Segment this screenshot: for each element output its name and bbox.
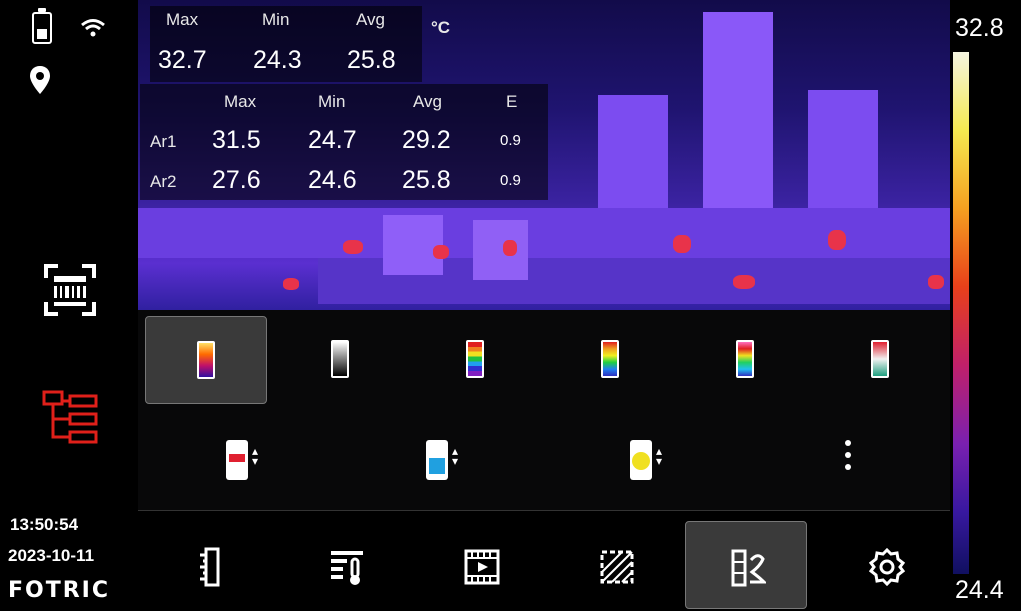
area-row-max: 31.5: [212, 126, 261, 154]
ruler-icon: [200, 547, 220, 587]
area-row-name: Ar2: [150, 172, 177, 191]
global-min-header: Min: [262, 10, 290, 29]
palette-settings-button[interactable]: [685, 521, 807, 609]
scale-min-value: 24.4: [955, 576, 1004, 604]
palette-rainbow-button[interactable]: [415, 316, 535, 402]
isotherm-above-button[interactable]: ▴ ▾: [220, 430, 280, 490]
area-row-min: 24.7: [308, 126, 357, 154]
media-player-button[interactable]: [420, 521, 540, 607]
iron-palette-icon: [197, 341, 215, 379]
brand-logo: FOTRIC: [8, 578, 111, 603]
palette-grayscale-button[interactable]: [280, 316, 400, 402]
barcode-scan-icon[interactable]: [42, 262, 98, 318]
area-row-avg: 25.8: [402, 166, 451, 194]
color-scale-bar: [953, 52, 969, 574]
area-row-avg: 29.2: [402, 126, 451, 154]
temperature-settings-button[interactable]: [285, 521, 405, 607]
global-avg-header: Avg: [356, 10, 385, 29]
ruler-button[interactable]: [150, 521, 270, 607]
thermal-image[interactable]: Max Min Avg °C 32.7 24.3 25.8 Max Min Av…: [138, 0, 950, 310]
area-e-header: E: [506, 92, 518, 111]
battery-icon: [32, 8, 52, 44]
global-max-header: Max: [166, 10, 199, 29]
hatched-area-button[interactable]: [555, 521, 675, 607]
area-max-header: Max: [224, 92, 257, 111]
area-row-max: 27.6: [212, 166, 261, 194]
area-min-header: Min: [318, 92, 346, 111]
isotherm-interval-icon: [630, 440, 652, 480]
grayscale-palette-icon: [331, 340, 349, 378]
medical-palette-icon: [736, 340, 754, 378]
area-avg-header: Avg: [413, 92, 442, 111]
up-down-icon: ▴ ▾: [252, 444, 259, 468]
gear-icon: [869, 547, 905, 587]
status-sidebar: 13:50:54 2023-10-11 FOTRIC: [0, 0, 138, 610]
unit-label: °C: [431, 18, 451, 37]
area-row-e: 0.9: [500, 172, 521, 189]
palette-iron-button[interactable]: [145, 316, 267, 404]
tree-structure-icon[interactable]: [40, 390, 100, 446]
clock-date: 2023-10-11: [8, 546, 95, 565]
up-down-icon: ▴ ▾: [656, 444, 663, 468]
clock-time: 13:50:54: [10, 515, 79, 534]
red-green-palette-icon: [871, 340, 889, 378]
hatched-area-icon: [600, 550, 634, 584]
global-min-value: 24.3: [253, 46, 302, 74]
up-down-icon: ▴ ▾: [452, 444, 459, 468]
settings-button[interactable]: [825, 521, 945, 607]
more-options-icon[interactable]: [838, 440, 858, 480]
media-player-icon: [464, 549, 500, 585]
area-row-name: Ar1: [150, 132, 177, 151]
palette-settings-icon: [731, 549, 766, 587]
isotherm-below-button[interactable]: ▴ ▾: [420, 430, 480, 490]
area-row-e: 0.9: [500, 132, 521, 149]
location-pin-icon: [30, 66, 50, 94]
isotherm-below-icon: [426, 440, 448, 480]
bottom-toolbar: [138, 510, 950, 611]
area-row-min: 24.6: [308, 166, 357, 194]
temperature-settings-icon: [331, 551, 363, 585]
palette-rainbow-hc-button[interactable]: [550, 316, 670, 402]
palette-red-green-button[interactable]: [820, 316, 940, 402]
isotherm-interval-button[interactable]: ▴ ▾: [624, 430, 684, 490]
wifi-icon: [81, 19, 105, 37]
scale-max-value: 32.8: [955, 14, 1004, 42]
global-max-value: 32.7: [158, 46, 207, 74]
palette-panel: ▴ ▾ ▴ ▾ ▴ ▾: [138, 310, 950, 510]
palette-medical-button[interactable]: [685, 316, 805, 402]
rainbow-palette-icon: [466, 340, 484, 378]
rainbow-hc-palette-icon: [601, 340, 619, 378]
global-avg-value: 25.8: [347, 46, 396, 74]
isotherm-above-icon: [226, 440, 248, 480]
